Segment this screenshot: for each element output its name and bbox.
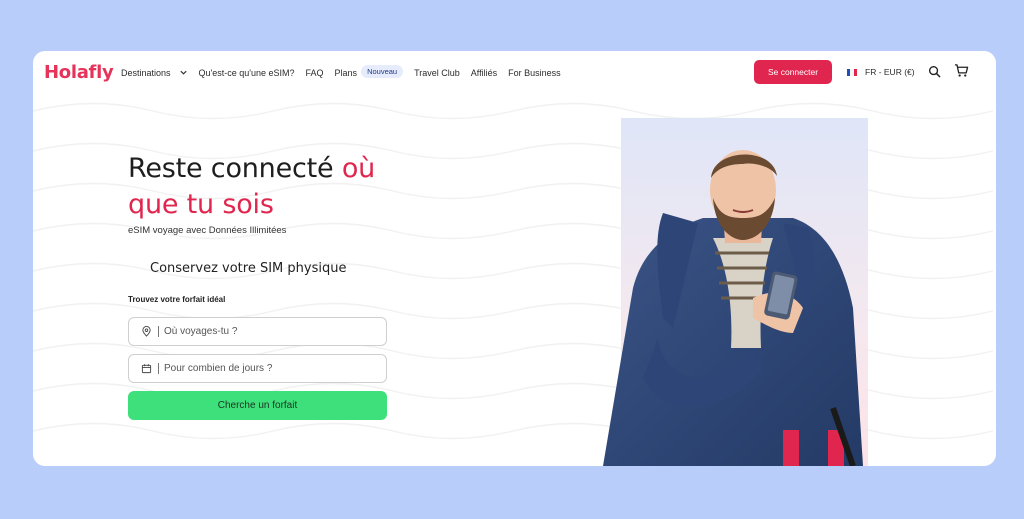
- nav-for-business[interactable]: For Business: [508, 68, 561, 78]
- main-card: Holafly Destinations Qu'est-ce qu'une eS…: [33, 51, 996, 466]
- hero-title: Reste connecté où que tu sois: [128, 153, 376, 220]
- main-nav: Destinations Qu'est-ce qu'une eSIM? FAQ …: [121, 65, 572, 78]
- login-button[interactable]: Se connecter: [754, 60, 832, 84]
- days-placeholder: Pour combien de jours ?: [164, 363, 273, 374]
- cart-icon[interactable]: [954, 63, 969, 78]
- nav-plans[interactable]: Plans Nouveau: [335, 65, 404, 78]
- search-icon[interactable]: [928, 65, 941, 78]
- destination-input[interactable]: Où voyages-tu ?: [128, 317, 387, 346]
- input-caret: [158, 363, 159, 374]
- holafly-logo[interactable]: Holafly: [44, 62, 114, 83]
- nav-faq[interactable]: FAQ: [306, 68, 324, 78]
- days-input[interactable]: Pour combien de jours ?: [128, 354, 387, 383]
- calendar-icon: [141, 364, 152, 374]
- nav-travel-club[interactable]: Travel Club: [414, 68, 460, 78]
- feature-text: Conservez votre SIM physique: [150, 261, 347, 276]
- hero-photo-traveler: [603, 118, 868, 466]
- hero-subtitle: eSIM voyage avec Données Illimitées: [128, 225, 287, 236]
- top-navbar: Holafly Destinations Qu'est-ce qu'une eS…: [33, 51, 996, 93]
- nav-destinations[interactable]: Destinations: [121, 68, 188, 78]
- locale-label: FR - EUR (€): [865, 67, 915, 77]
- location-pin-icon: [142, 326, 151, 337]
- form-label: Trouvez votre forfait idéal: [128, 295, 226, 304]
- destination-placeholder: Où voyages-tu ?: [164, 326, 238, 337]
- nav-affiliates[interactable]: Affiliés: [471, 68, 497, 78]
- nav-what-is-esim[interactable]: Qu'est-ce qu'une eSIM?: [199, 68, 295, 78]
- input-caret: [158, 326, 159, 337]
- search-plan-button[interactable]: Cherche un forfait: [128, 391, 387, 420]
- new-badge: Nouveau: [361, 65, 404, 78]
- france-flag-icon: [847, 68, 857, 76]
- locale-selector[interactable]: FR - EUR (€): [847, 67, 915, 77]
- chevron-down-icon: [179, 70, 187, 75]
